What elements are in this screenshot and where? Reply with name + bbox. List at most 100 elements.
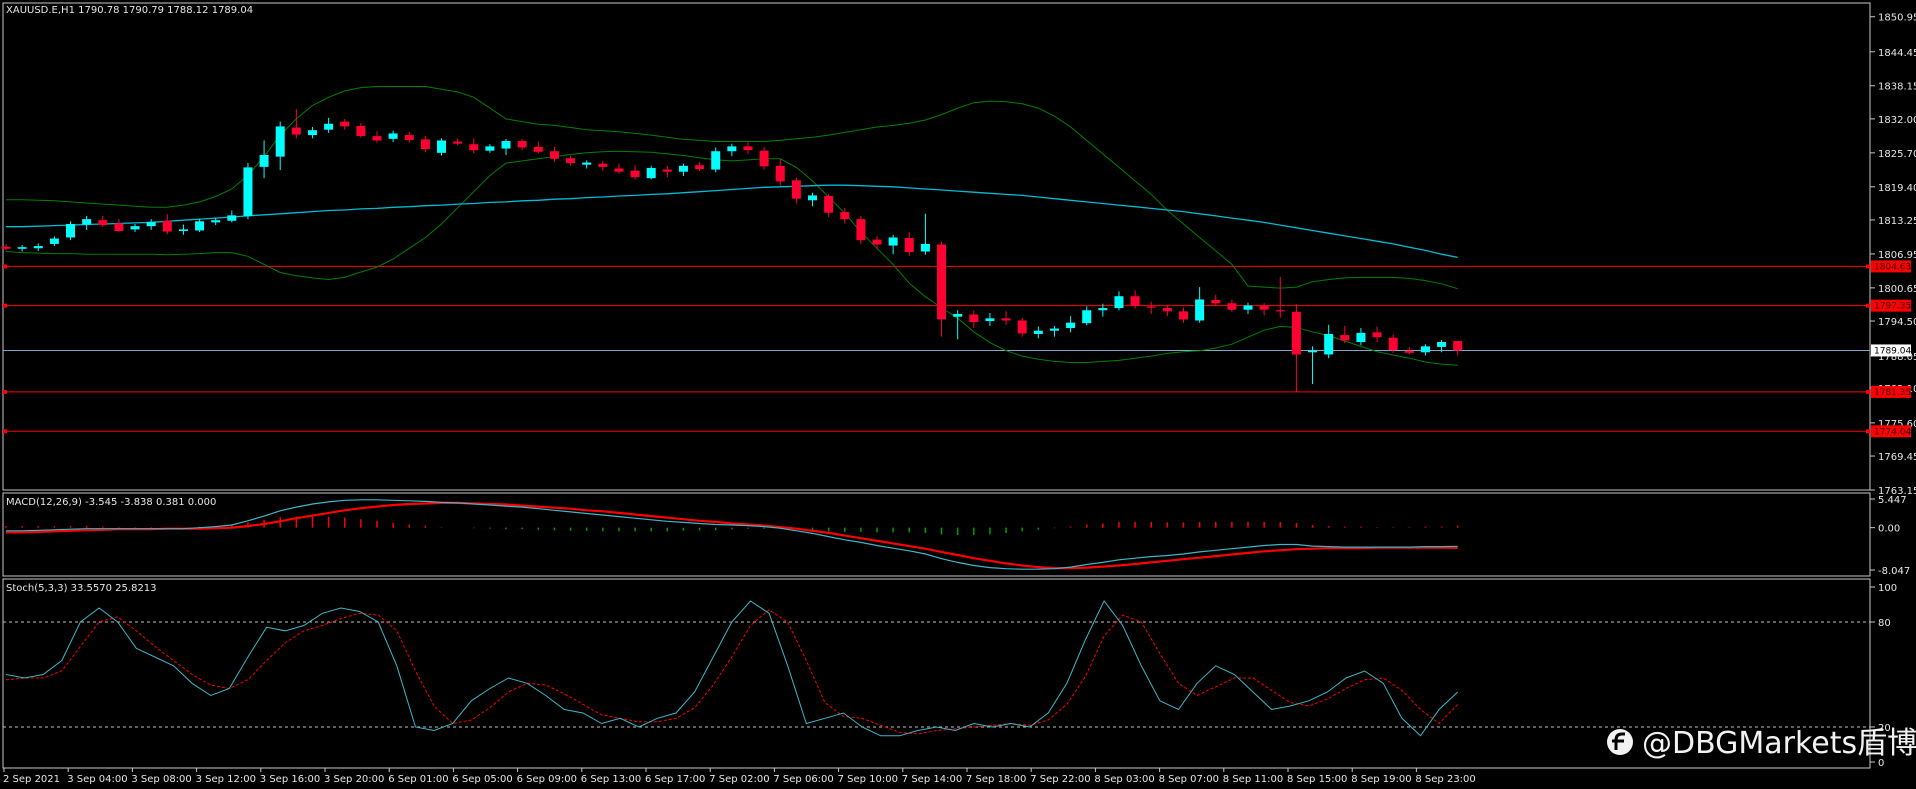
candle-body xyxy=(920,243,930,252)
candle-body xyxy=(775,165,785,182)
price-panel-header: XAUUSD.E,H1 1790.78 1790.79 1788.12 1789… xyxy=(6,5,253,16)
stochastic-panel-frame xyxy=(2,578,1871,769)
level-price-tag-text: 1804.63 xyxy=(1874,262,1911,272)
candle-body xyxy=(195,221,205,231)
time-tick-label: 6 Sep 09:00 xyxy=(517,774,577,785)
candle-body xyxy=(1146,306,1156,308)
time-tick-label: 7 Sep 22:00 xyxy=(1030,774,1090,785)
candle-body xyxy=(1308,350,1318,353)
candle-body xyxy=(1453,341,1463,351)
candle-body xyxy=(211,220,221,223)
stoch-tick-label: 100 xyxy=(1878,583,1897,594)
candle-body xyxy=(146,221,156,227)
level-anchor-handle[interactable] xyxy=(3,264,7,269)
candle-body xyxy=(82,219,92,225)
time-tick-label: 2 Sep 2021 xyxy=(3,774,60,785)
candle-body xyxy=(727,146,737,152)
candle-body xyxy=(1001,318,1011,321)
candle-body xyxy=(614,168,624,172)
candle-body xyxy=(856,219,866,241)
macd-tick-label: 0.00 xyxy=(1878,524,1900,535)
time-tick-label: 8 Sep 23:00 xyxy=(1415,774,1475,785)
candle-body xyxy=(1114,296,1124,309)
time-tick-label: 6 Sep 13:00 xyxy=(581,774,641,785)
candle-body xyxy=(243,167,253,216)
candle-body xyxy=(404,135,414,140)
candle-body xyxy=(33,246,43,249)
candle[interactable] xyxy=(66,221,76,241)
candle-body xyxy=(872,239,882,245)
candle-body xyxy=(840,212,850,220)
candle-body xyxy=(501,140,511,149)
trading-chart: 1850.95 1844.45 1838.15 1832.00 1825.70 1819.… xyxy=(0,0,1916,789)
current-price-tag: 1789.04 xyxy=(1871,344,1911,357)
candle-body xyxy=(1420,346,1430,353)
candle-body xyxy=(485,146,495,151)
time-tick-label: 3 Sep 16:00 xyxy=(260,774,320,785)
level-anchor-handle[interactable] xyxy=(3,303,7,308)
time-tick-label: 6 Sep 17:00 xyxy=(645,774,705,785)
candle-body xyxy=(227,215,237,221)
candle-body xyxy=(904,238,914,253)
price-tick-label: 1832.00 xyxy=(1878,115,1916,126)
candle-body xyxy=(307,130,317,136)
level-anchor-handle[interactable] xyxy=(1866,429,1870,434)
level-price-tag: 1797.35 xyxy=(1871,299,1911,312)
candle-body xyxy=(453,141,463,144)
candle-body xyxy=(1243,305,1253,310)
candle-body xyxy=(340,121,350,127)
candle[interactable] xyxy=(856,215,866,244)
candle-body xyxy=(549,151,559,159)
time-tick-label: 8 Sep 19:00 xyxy=(1351,774,1411,785)
candle-body xyxy=(1049,328,1059,331)
level-anchor-handle[interactable] xyxy=(1866,264,1870,269)
candle-body xyxy=(372,136,382,141)
level-anchor-handle[interactable] xyxy=(3,389,7,394)
price-panel-frame xyxy=(2,2,1871,491)
candle-body xyxy=(49,238,59,244)
candle-body xyxy=(566,158,576,164)
candle-body xyxy=(662,169,672,172)
candle-body xyxy=(1324,333,1334,355)
candle-body xyxy=(533,146,543,152)
time-tick-label: 8 Sep 11:00 xyxy=(1223,774,1283,785)
level-anchor-handle[interactable] xyxy=(1866,389,1870,394)
price-tick-label: 1794.50 xyxy=(1878,317,1916,328)
current-price-tag-text: 1789.04 xyxy=(1874,346,1911,356)
candle-body xyxy=(678,165,688,172)
level-price-tag-text: 1774.04 xyxy=(1874,427,1911,437)
macd-panel-frame xyxy=(2,492,1871,577)
level-price-tag-text: 1781.35 xyxy=(1874,388,1911,398)
candle-body xyxy=(1098,308,1108,311)
time-tick-label: 7 Sep 02:00 xyxy=(709,774,769,785)
price-tick-label: 1850.95 xyxy=(1878,13,1916,24)
candle-body xyxy=(969,314,979,323)
candle-body xyxy=(598,163,608,167)
candle-body xyxy=(985,318,995,322)
candle-body xyxy=(711,151,721,170)
candle-body xyxy=(469,144,479,151)
time-tick-label: 7 Sep 18:00 xyxy=(966,774,1026,785)
time-tick-label: 3 Sep 20:00 xyxy=(324,774,384,785)
candle-body xyxy=(695,165,705,170)
time-tick-label: 8 Sep 07:00 xyxy=(1159,774,1219,785)
time-tick-label: 8 Sep 03:00 xyxy=(1094,774,1154,785)
level-price-tag: 1804.63 xyxy=(1871,260,1911,273)
candle-body xyxy=(388,133,398,139)
level-price-tag: 1781.35 xyxy=(1871,385,1911,398)
candle-body xyxy=(114,223,124,232)
candle[interactable] xyxy=(243,163,253,220)
watermark-text: @DBGMarkets盾博 xyxy=(1642,726,1916,761)
level-anchor-handle[interactable] xyxy=(3,429,7,434)
candle-body xyxy=(1340,335,1350,341)
time-tick-label: 7 Sep 14:00 xyxy=(902,774,962,785)
candle-body xyxy=(17,247,27,249)
level-anchor-handle[interactable] xyxy=(1866,303,1870,308)
time-tick-label: 3 Sep 12:00 xyxy=(196,774,256,785)
candle-body xyxy=(1275,310,1285,312)
candle-body xyxy=(178,229,188,232)
candle-body xyxy=(1259,305,1269,310)
price-tick-label: 1806.95 xyxy=(1878,250,1916,261)
candle-body xyxy=(582,162,592,165)
price-tick-label: 1819.40 xyxy=(1878,183,1916,194)
